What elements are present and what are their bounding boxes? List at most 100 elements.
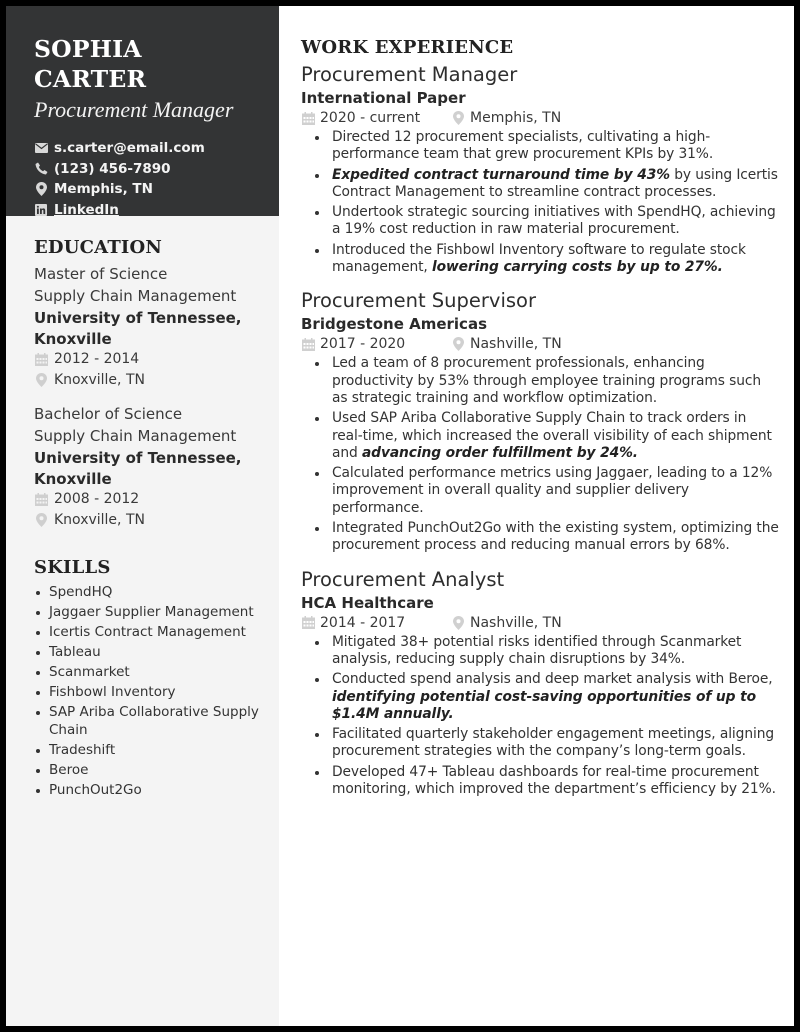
job-title: Procurement Manager — [301, 63, 518, 86]
achievement-item: Mitigated 38+ potential risks identified… — [315, 633, 780, 669]
achievement-item: Calculated performance metrics using Jag… — [315, 465, 780, 517]
dates-text: 2014 - 2017 — [320, 614, 406, 631]
achievement-text: Directed 12 procurement specialists, cul… — [332, 129, 714, 163]
job-meta: 2020 - current Memphis, TN — [301, 108, 780, 128]
location-text: Knoxville, TN — [54, 371, 145, 388]
calendar-icon — [301, 337, 315, 351]
education-heading: EDUCATION — [34, 237, 163, 258]
degree: Bachelor of Science — [34, 405, 183, 423]
map-pin-icon — [34, 182, 48, 197]
achievement-item: Developed 47+ Tableau dashboards for rea… — [315, 763, 780, 799]
map-pin-icon — [34, 512, 48, 527]
location-text: Memphis, TN — [470, 110, 562, 126]
achievement-list: Directed 12 procurement specialists, cul… — [315, 129, 780, 277]
candidate-title: Procurement Manager — [34, 97, 234, 122]
achievement-item: Conducted spend analysis and deep market… — [315, 671, 780, 723]
skill-item: Icertis Contract Management — [34, 624, 265, 642]
achievement-text: Led a team of 8 procurement professional… — [332, 355, 761, 406]
contact-location: Memphis, TN — [34, 179, 261, 200]
header: SOPHIA CARTER Procurement Manager s.cart… — [6, 6, 279, 218]
school-name: University of Tennessee, Knoxville — [34, 309, 242, 348]
calendar-icon — [34, 352, 48, 366]
job-location: Nashville, TN — [451, 334, 562, 354]
job-entry: Procurement Supervisor Bridgestone Americ… — [301, 288, 780, 554]
skill-item: Tradeshift — [34, 742, 265, 760]
field-of-study: Supply Chain Management — [34, 286, 237, 305]
resume-page: SOPHIA CARTER Procurement Manager s.cart… — [6, 6, 794, 1026]
job-meta: 2014 - 2017 Nashville, TN — [301, 613, 780, 633]
skill-item: Tableau — [34, 644, 265, 662]
achievement-list: Mitigated 38+ potential risks identified… — [315, 633, 780, 799]
achievement-text: Facilitated quarterly stakeholder engage… — [332, 726, 774, 760]
job-location: Nashville, TN — [451, 613, 562, 633]
calendar-icon — [301, 111, 315, 125]
location-text: Nashville, TN — [470, 614, 562, 631]
location-text: Nashville, TN — [470, 336, 562, 353]
job-location: Memphis, TN — [451, 108, 561, 128]
company-name: Bridgestone Americas — [301, 315, 487, 334]
achievement-text: Conducted spend analysis and deep market… — [332, 671, 773, 688]
sidebar: SOPHIA CARTER Procurement Manager s.cart… — [6, 6, 279, 1026]
achievement-item: Facilitated quarterly stakeholder engage… — [315, 726, 780, 761]
achievement-item: Undertook strategic sourcing initiatives… — [315, 204, 780, 239]
dates-text: 2017 - 2020 — [320, 336, 406, 353]
main-column: WORK EXPERIENCE Procurement Manager Inter… — [279, 6, 794, 1026]
location-text: Memphis, TN — [54, 181, 153, 197]
map-pin-icon — [451, 337, 465, 352]
school-name: University of Tennessee, Knoxville — [34, 449, 242, 488]
achievement-item: Introduced the Fishbowl Inventory softwa… — [315, 242, 780, 277]
jobs-list: Procurement Manager International Paper 20… — [301, 62, 780, 798]
company-name: International Paper — [301, 89, 466, 107]
field-of-study: Supply Chain Management — [34, 426, 237, 445]
education-location: Knoxville, TN — [34, 510, 265, 531]
achievement-list: Led a team of 8 procurement professional… — [315, 355, 780, 555]
phone-icon — [34, 162, 48, 176]
skill-item: PunchOut2Go — [34, 782, 265, 800]
dates-text: 2012 - 2014 — [54, 351, 140, 367]
linkedin-link[interactable]: LinkedIn — [54, 200, 119, 221]
linkedin-icon — [34, 203, 48, 217]
phone-text: (123) 456-7890 — [54, 160, 171, 177]
work-experience-heading: WORK EXPERIENCE — [301, 37, 514, 58]
achievement-text: Mitigated 38+ potential risks identified… — [332, 633, 742, 667]
skill-item: SpendHQ — [34, 584, 265, 602]
achievement-item: Integrated PunchOut2Go with the existing… — [315, 520, 780, 555]
skill-item: Beroe — [34, 762, 265, 780]
achievement-item: Used SAP Ariba Collaborative Supply Chai… — [315, 410, 780, 462]
highlight-text: advancing order fulfillment by 24%. — [361, 444, 638, 461]
achievement-item: Directed 12 procurement specialists, cul… — [315, 129, 780, 164]
highlight-text: identifying potential cost-saving opport… — [332, 688, 757, 722]
candidate-name: SOPHIA CARTER — [34, 35, 147, 93]
email-text: s.carter@email.com — [54, 140, 205, 156]
skill-item: Scanmarket — [34, 664, 265, 682]
skill-item: Jaggaer Supplier Management — [34, 604, 265, 622]
achievement-text: Undertook strategic sourcing initiatives… — [332, 204, 776, 238]
calendar-icon — [34, 492, 48, 506]
skills-list: SpendHQ Jaggaer Supplier Management Icer… — [34, 584, 265, 799]
job-meta: 2017 - 2020 Nashville, TN — [301, 334, 780, 354]
achievement-text: Integrated PunchOut2Go with the existing… — [332, 520, 779, 554]
job-entry: Procurement Manager International Paper 20… — [301, 62, 780, 276]
envelope-icon — [34, 141, 48, 155]
job-dates: 2014 - 2017 — [301, 613, 451, 633]
achievement-text: Developed 47+ Tableau dashboards for rea… — [332, 763, 776, 798]
skill-item: Fishbowl Inventory — [34, 684, 265, 702]
map-pin-icon — [34, 372, 48, 387]
achievement-item: Expedited contract turnaround time by 43… — [315, 166, 780, 202]
skills-heading: SKILLS — [34, 557, 111, 578]
education-location: Knoxville, TN — [34, 370, 265, 391]
achievement-text: Calculated performance metrics using Jag… — [332, 465, 773, 516]
contact-email: s.carter@email.com — [34, 138, 261, 159]
job-dates: 2017 - 2020 — [301, 334, 451, 354]
degree: Master of Science — [34, 265, 168, 283]
achievement-item: Led a team of 8 procurement professional… — [315, 355, 780, 407]
map-pin-icon — [451, 111, 465, 125]
education-dates: 2008 - 2012 — [34, 489, 265, 510]
job-title: Procurement Supervisor — [301, 289, 536, 313]
highlight-text: Expedited contract turnaround time by 43… — [332, 166, 670, 183]
job-entry: Procurement Analyst HCA Healthcare 2014 - … — [301, 567, 780, 799]
location-text: Knoxville, TN — [54, 511, 145, 528]
education-dates: 2012 - 2014 — [34, 349, 265, 370]
company-name: HCA Healthcare — [301, 593, 434, 612]
education-item: Master of Science Supply Chain Managemen… — [34, 264, 265, 390]
